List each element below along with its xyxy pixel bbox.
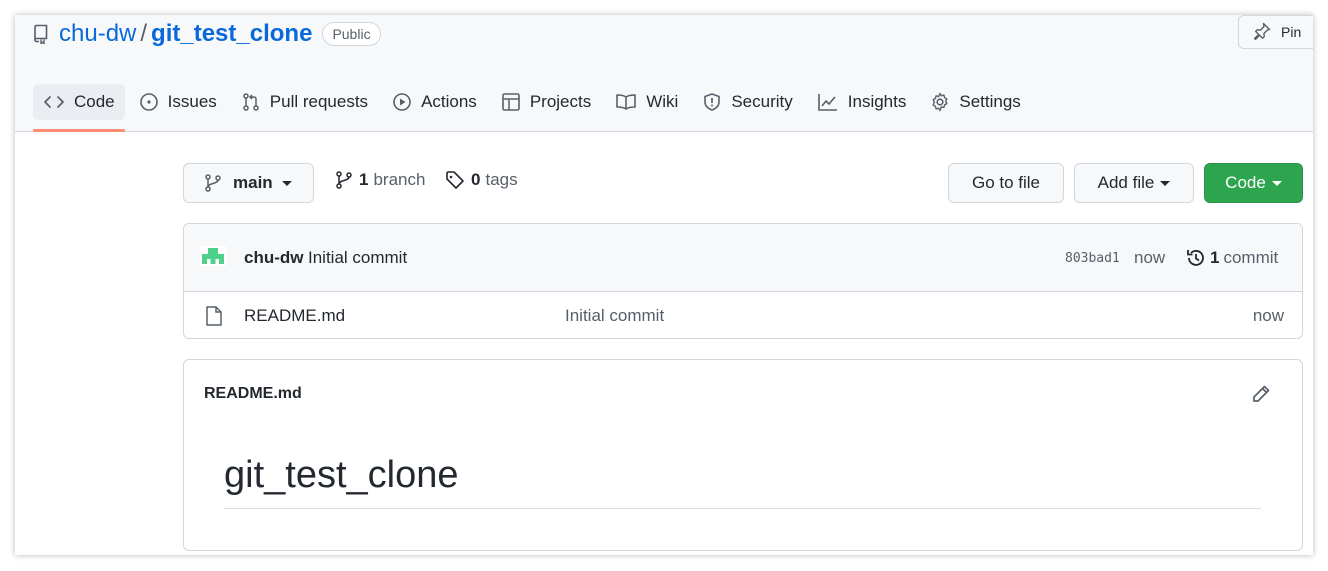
pin-label: Pin (1281, 24, 1302, 40)
code-icon (44, 96, 64, 108)
readme-heading: git_test_clone (224, 454, 459, 496)
history-icon (1187, 250, 1204, 266)
readme-panel: README.md git_test_clone (183, 359, 1303, 551)
tags-link[interactable]: 0 tags (445, 170, 518, 190)
pin-button[interactable]: Pin (1238, 15, 1313, 49)
repo-icon (33, 24, 49, 44)
file-icon (205, 306, 223, 331)
tab-pull-requests[interactable]: Pull requests (231, 84, 378, 120)
repo-nav: Code Issues Pull requests Actions Projec… (33, 84, 1035, 132)
file-commit-message[interactable]: Initial commit (565, 306, 664, 326)
latest-commit-bar: chu-dw Initial commit 803bad1 now 1 comm… (184, 224, 1302, 292)
issue-icon (139, 93, 158, 111)
tab-label: Code (74, 92, 115, 111)
code-button-label: Code (1225, 173, 1266, 192)
tab-label: Issues (167, 92, 217, 111)
repo-header: chu-dw / git_test_clone Public Pin Code … (15, 15, 1313, 132)
tab-security[interactable]: Security (692, 84, 802, 120)
commit-time: now (1134, 248, 1166, 267)
play-icon (393, 93, 411, 111)
tab-code[interactable]: Code (33, 84, 125, 132)
chevron-down-icon (281, 180, 292, 186)
avatar[interactable] (200, 246, 226, 271)
tab-insights[interactable]: Insights (807, 84, 917, 120)
branch-icon (205, 174, 221, 192)
table-icon (502, 93, 520, 111)
branch-icon (336, 171, 352, 189)
shield-icon (704, 93, 721, 111)
tab-label: Wiki (646, 92, 679, 111)
tag-count: 0 (471, 170, 481, 189)
branches-link[interactable]: 1 branch (335, 170, 425, 190)
code-button[interactable]: Code (1204, 163, 1303, 203)
file-browser: chu-dw Initial commit 803bad1 now 1 comm… (183, 223, 1303, 339)
tab-label: Security (731, 92, 793, 111)
go-to-file-button[interactable]: Go to file (948, 163, 1064, 203)
chevron-down-icon (1271, 180, 1282, 186)
pencil-icon[interactable] (1250, 383, 1272, 410)
commit-sha[interactable]: 803bad1 (1065, 251, 1120, 266)
file-row[interactable]: README.md Initial commit now (184, 292, 1302, 338)
branch-select-button[interactable]: main (183, 163, 314, 203)
branch-label: branch (373, 170, 426, 189)
visibility-badge: Public (322, 22, 381, 46)
tag-icon (446, 171, 464, 189)
commit-count: 1 (1210, 248, 1220, 267)
gear-icon (932, 92, 948, 112)
repo-name-link[interactable]: git_test_clone (151, 20, 312, 48)
add-file-label: Add file (1097, 173, 1155, 192)
tab-actions[interactable]: Actions (382, 84, 487, 120)
tab-projects[interactable]: Projects (491, 84, 601, 120)
tag-label: tags (485, 170, 518, 189)
file-name-link[interactable]: README.md (244, 306, 345, 326)
commit-message[interactable]: Initial commit (308, 248, 407, 268)
repo-owner-link[interactable]: chu-dw (59, 20, 136, 48)
tab-label: Projects (529, 92, 592, 111)
tab-label: Pull requests (269, 92, 369, 111)
path-separator: / (140, 20, 148, 47)
tab-label: Settings (959, 92, 1021, 111)
commit-author[interactable]: chu-dw (244, 248, 304, 268)
tab-issues[interactable]: Issues (129, 84, 227, 120)
branch-name: main (233, 173, 273, 192)
readme-filename: README.md (204, 385, 302, 402)
book-icon (616, 94, 637, 110)
branch-count: 1 (359, 170, 369, 189)
file-commit-time: now (1252, 306, 1284, 325)
tab-settings[interactable]: Settings (920, 84, 1030, 120)
add-file-button[interactable]: Add file (1074, 163, 1194, 203)
tab-wiki[interactable]: Wiki (605, 84, 688, 120)
pin-icon (1253, 22, 1271, 43)
graph-icon (817, 94, 837, 111)
heading-divider (224, 508, 1261, 509)
commit-history-link[interactable]: 1 commit (1185, 247, 1278, 269)
pull-request-icon (243, 93, 259, 111)
chevron-down-icon (1160, 180, 1171, 186)
tab-label: Actions (421, 92, 477, 111)
browser-frame: chu-dw / git_test_clone Public Pin Code … (15, 15, 1313, 555)
commit-count-label: commit (1223, 248, 1279, 267)
tab-label: Insights (847, 92, 907, 111)
go-to-file-label: Go to file (971, 173, 1041, 192)
repo-title-row: chu-dw / git_test_clone Public (33, 19, 381, 49)
